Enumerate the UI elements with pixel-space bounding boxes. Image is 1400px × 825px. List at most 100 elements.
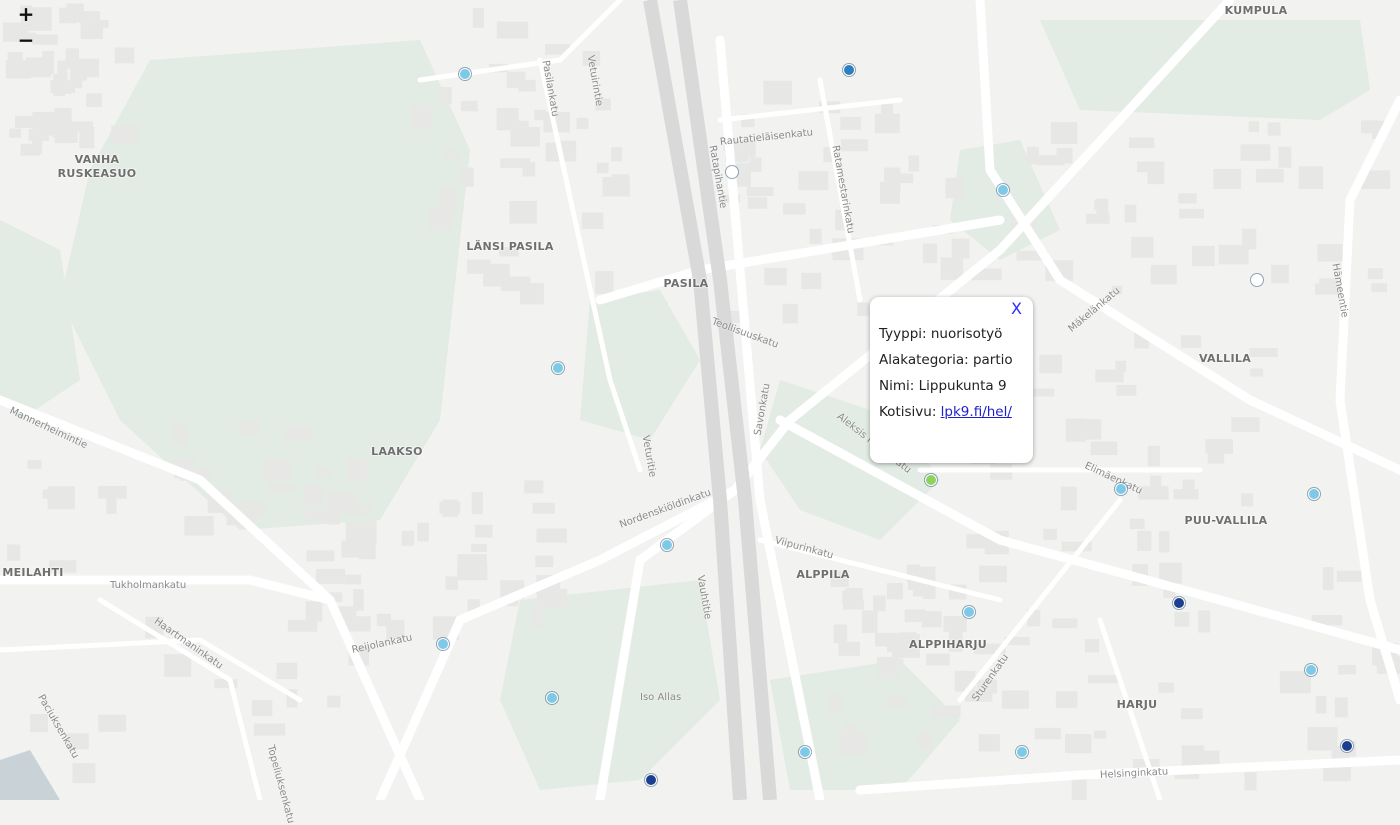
- marker[interactable]: [1115, 483, 1127, 495]
- building: [976, 679, 998, 694]
- popup-type-value: nuorisotyö: [930, 326, 1003, 342]
- building: [1231, 417, 1260, 432]
- building: [1147, 445, 1160, 467]
- building: [57, 60, 68, 81]
- building: [1094, 200, 1106, 211]
- building: [839, 731, 866, 756]
- building: [440, 86, 452, 105]
- building: [70, 64, 83, 89]
- marker[interactable]: [799, 746, 811, 758]
- building: [303, 484, 323, 505]
- popup-homepage-row: Kotisivu: lpk9.fi/hel/: [879, 399, 1024, 425]
- building: [887, 643, 906, 653]
- building: [926, 653, 950, 666]
- building: [1150, 265, 1177, 285]
- building: [253, 723, 286, 736]
- marker[interactable]: [726, 166, 738, 178]
- marker[interactable]: [645, 774, 657, 786]
- building: [471, 492, 484, 515]
- building: [263, 459, 291, 481]
- marker-selected[interactable]: [925, 474, 937, 486]
- building: [429, 207, 453, 231]
- building: [1181, 745, 1205, 769]
- building: [1158, 682, 1174, 693]
- building: [917, 731, 932, 750]
- marker[interactable]: [459, 68, 471, 80]
- marker[interactable]: [963, 606, 975, 618]
- building: [879, 181, 901, 204]
- marker[interactable]: [661, 539, 673, 551]
- building: [1115, 360, 1126, 373]
- building: [945, 177, 964, 199]
- popup-close-button[interactable]: X: [1011, 299, 1022, 318]
- building: [1367, 268, 1383, 280]
- building: [305, 601, 323, 622]
- building: [472, 7, 485, 28]
- building: [15, 115, 45, 129]
- building: [1158, 531, 1170, 553]
- building: [345, 574, 362, 585]
- building: [315, 569, 346, 584]
- building: [114, 47, 135, 64]
- building: [1071, 777, 1087, 800]
- marker[interactable]: [1341, 740, 1353, 752]
- building: [1371, 283, 1388, 293]
- building: [439, 501, 461, 514]
- building: [534, 109, 547, 121]
- building: [1137, 530, 1152, 551]
- building: [1307, 727, 1338, 751]
- building: [307, 512, 338, 521]
- marker[interactable]: [1173, 597, 1185, 609]
- building: [417, 522, 429, 542]
- building: [7, 51, 23, 65]
- zoom-out-button[interactable]: −: [14, 29, 38, 53]
- building: [345, 520, 377, 544]
- marker[interactable]: [437, 638, 449, 650]
- building: [861, 610, 878, 633]
- popup-homepage-link[interactable]: lpk9.fi/hel/: [941, 404, 1012, 420]
- building: [940, 257, 964, 280]
- building: [1250, 368, 1264, 377]
- building: [979, 565, 1007, 583]
- building: [1124, 204, 1137, 223]
- building: [164, 654, 192, 677]
- building: [535, 555, 554, 567]
- building: [830, 570, 849, 587]
- marker[interactable]: [546, 692, 558, 704]
- building: [509, 200, 537, 224]
- building: [475, 524, 493, 538]
- marker[interactable]: [1251, 274, 1263, 286]
- building: [1267, 122, 1281, 136]
- building: [1111, 285, 1123, 295]
- marker[interactable]: [552, 362, 564, 374]
- building: [747, 197, 768, 209]
- building: [498, 247, 519, 257]
- building: [522, 162, 536, 177]
- marker[interactable]: [843, 64, 855, 76]
- building: [840, 139, 869, 152]
- building: [1278, 146, 1292, 168]
- building: [471, 543, 487, 553]
- marker[interactable]: [1308, 488, 1320, 500]
- building: [978, 734, 1000, 752]
- building: [1244, 772, 1257, 791]
- building: [510, 126, 540, 147]
- marker[interactable]: [997, 184, 1009, 196]
- popup-subcategory-value: partio: [972, 352, 1013, 368]
- building: [1179, 208, 1205, 219]
- building: [1064, 734, 1092, 754]
- zoom-in-button[interactable]: +: [14, 3, 38, 27]
- building: [460, 100, 478, 112]
- building: [595, 271, 614, 295]
- marker[interactable]: [1016, 746, 1028, 758]
- building: [951, 238, 970, 259]
- building: [611, 147, 622, 162]
- building: [173, 423, 188, 445]
- building: [1059, 695, 1072, 705]
- building: [1138, 486, 1169, 500]
- building: [783, 203, 806, 215]
- map-canvas[interactable]: [0, 0, 1400, 800]
- building: [239, 421, 261, 436]
- building: [276, 662, 298, 680]
- marker[interactable]: [1305, 664, 1317, 676]
